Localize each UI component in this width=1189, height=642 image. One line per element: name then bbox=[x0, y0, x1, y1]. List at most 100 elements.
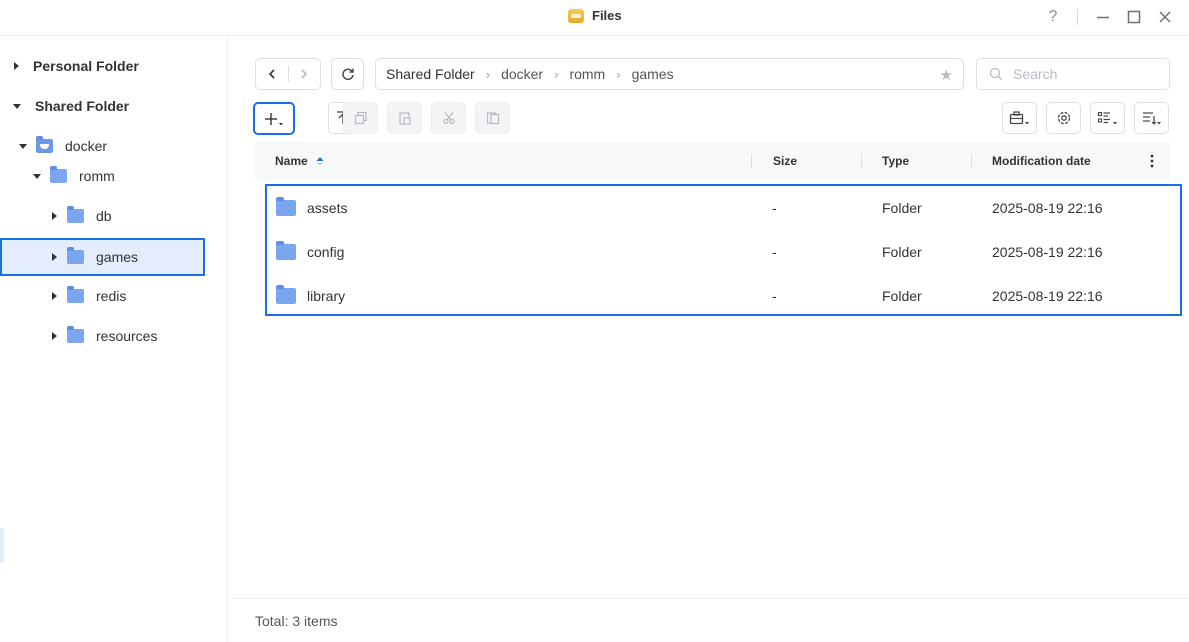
paste-icon bbox=[398, 112, 411, 125]
files-app-icon bbox=[568, 8, 584, 23]
main-panel: Shared Folder › docker › romm › games ★ bbox=[229, 36, 1189, 642]
file-modified: 2025-08-19 22:16 bbox=[992, 288, 1103, 304]
table-row[interactable]: library - Folder 2025-08-19 22:16 bbox=[267, 274, 1180, 318]
file-list: assets - Folder 2025-08-19 22:16 config … bbox=[265, 184, 1182, 316]
tools-button[interactable] bbox=[1002, 102, 1037, 134]
caret-down-icon[interactable] bbox=[19, 143, 27, 149]
close-icon bbox=[1159, 11, 1171, 23]
caret-right-icon[interactable] bbox=[52, 332, 57, 340]
file-size: - bbox=[772, 200, 777, 216]
chevron-right-icon: › bbox=[616, 66, 621, 82]
files-window: Files ? Personal Folder Shared Folder do… bbox=[0, 0, 1189, 642]
table-row[interactable]: config - Folder 2025-08-19 22:16 bbox=[267, 230, 1180, 274]
cut-button[interactable] bbox=[431, 102, 466, 134]
compress-icon bbox=[486, 112, 499, 125]
tree-item-games[interactable]: games bbox=[0, 238, 205, 276]
tree-item-redis[interactable]: redis bbox=[0, 278, 228, 314]
caret-right-icon[interactable] bbox=[52, 292, 57, 300]
file-type: Folder bbox=[882, 288, 922, 304]
tree-label: romm bbox=[79, 168, 115, 184]
minimize-button[interactable] bbox=[1091, 6, 1115, 28]
sort-icon bbox=[1142, 112, 1161, 125]
back-button[interactable] bbox=[256, 59, 288, 89]
window-title: Files bbox=[592, 8, 622, 23]
compress-button[interactable] bbox=[475, 102, 510, 134]
status-bar: Total: 3 items bbox=[229, 598, 1189, 642]
file-type: Folder bbox=[882, 244, 922, 260]
file-name: assets bbox=[307, 200, 348, 216]
tree-item-personal-folder[interactable]: Personal Folder bbox=[0, 48, 228, 84]
column-header-modified[interactable]: Modification date bbox=[992, 142, 1091, 180]
sort-ascending-icon bbox=[316, 157, 324, 165]
file-modified: 2025-08-19 22:16 bbox=[992, 200, 1103, 216]
create-icon bbox=[265, 112, 283, 125]
tree-label: db bbox=[96, 208, 112, 224]
close-button[interactable] bbox=[1153, 6, 1177, 28]
column-header-size[interactable]: Size bbox=[773, 142, 797, 180]
breadcrumb-item[interactable]: docker bbox=[501, 66, 543, 82]
table-header: Name Size Type Modification date bbox=[255, 142, 1170, 180]
breadcrumb-item[interactable]: games bbox=[632, 66, 674, 82]
column-divider bbox=[971, 154, 972, 168]
settings-button[interactable] bbox=[1046, 102, 1081, 134]
search-box[interactable] bbox=[976, 58, 1170, 90]
sidebar-resize-marker bbox=[0, 528, 4, 563]
column-divider bbox=[861, 154, 862, 168]
column-options-button[interactable] bbox=[1149, 142, 1155, 180]
breadcrumb[interactable]: Shared Folder › docker › romm › games ★ bbox=[375, 58, 964, 90]
title-bar: Files ? bbox=[0, 0, 1189, 36]
folder-icon bbox=[276, 285, 296, 304]
column-label: Name bbox=[275, 154, 308, 168]
maximize-icon bbox=[1127, 10, 1141, 24]
breadcrumb-item[interactable]: romm bbox=[569, 66, 605, 82]
sort-button[interactable] bbox=[1134, 102, 1169, 134]
table-row[interactable]: assets - Folder 2025-08-19 22:16 bbox=[267, 186, 1180, 230]
column-label: Size bbox=[773, 154, 798, 168]
favorite-star-icon[interactable]: ★ bbox=[940, 66, 953, 84]
file-name: config bbox=[307, 244, 345, 260]
cut-icon bbox=[442, 112, 455, 125]
file-size: - bbox=[772, 244, 777, 260]
refresh-button[interactable] bbox=[331, 58, 364, 90]
create-button[interactable] bbox=[253, 102, 295, 135]
sidebar: Personal Folder Shared Folder docker rom… bbox=[0, 36, 228, 642]
search-input[interactable] bbox=[1013, 66, 1153, 82]
view-mode-button[interactable] bbox=[1090, 102, 1125, 134]
tree-label: Shared Folder bbox=[35, 98, 130, 114]
minimize-icon bbox=[1097, 16, 1109, 19]
tree-item-resources[interactable]: resources bbox=[0, 318, 228, 354]
tree-item-romm[interactable]: romm bbox=[0, 158, 228, 194]
caret-right-icon[interactable] bbox=[14, 62, 19, 70]
caret-down-icon[interactable] bbox=[13, 103, 21, 109]
breadcrumb-item[interactable]: Shared Folder bbox=[386, 66, 475, 82]
copy-icon bbox=[354, 111, 367, 125]
caret-down-icon[interactable] bbox=[33, 173, 41, 179]
folder-icon bbox=[67, 326, 84, 343]
help-button[interactable]: ? bbox=[1041, 6, 1065, 28]
title-separator bbox=[1077, 9, 1078, 25]
column-label: Modification date bbox=[992, 154, 1091, 168]
folder-icon bbox=[276, 197, 296, 216]
column-label: Type bbox=[882, 154, 910, 168]
tree-item-db[interactable]: db bbox=[0, 198, 228, 234]
paste-button[interactable] bbox=[387, 102, 422, 134]
forward-button[interactable] bbox=[288, 59, 320, 89]
caret-right-icon[interactable] bbox=[52, 212, 57, 220]
item-count: Total: 3 items bbox=[255, 612, 338, 629]
caret-right-icon[interactable] bbox=[52, 253, 57, 261]
file-modified: 2025-08-19 22:16 bbox=[992, 244, 1103, 260]
maximize-button[interactable] bbox=[1122, 6, 1146, 28]
search-icon bbox=[989, 67, 1002, 80]
copy-button[interactable] bbox=[343, 102, 378, 134]
settings-icon bbox=[1057, 111, 1070, 125]
more-vertical-icon bbox=[1150, 154, 1154, 168]
file-type: Folder bbox=[882, 200, 922, 216]
folder-icon bbox=[67, 206, 84, 223]
column-header-name[interactable]: Name bbox=[275, 142, 326, 180]
history-nav bbox=[255, 58, 321, 90]
column-header-type[interactable]: Type bbox=[882, 142, 909, 180]
file-size: - bbox=[772, 288, 777, 304]
folder-icon bbox=[276, 241, 296, 260]
tree-item-shared-folder[interactable]: Shared Folder bbox=[0, 88, 228, 124]
title-group: Files bbox=[568, 8, 622, 23]
